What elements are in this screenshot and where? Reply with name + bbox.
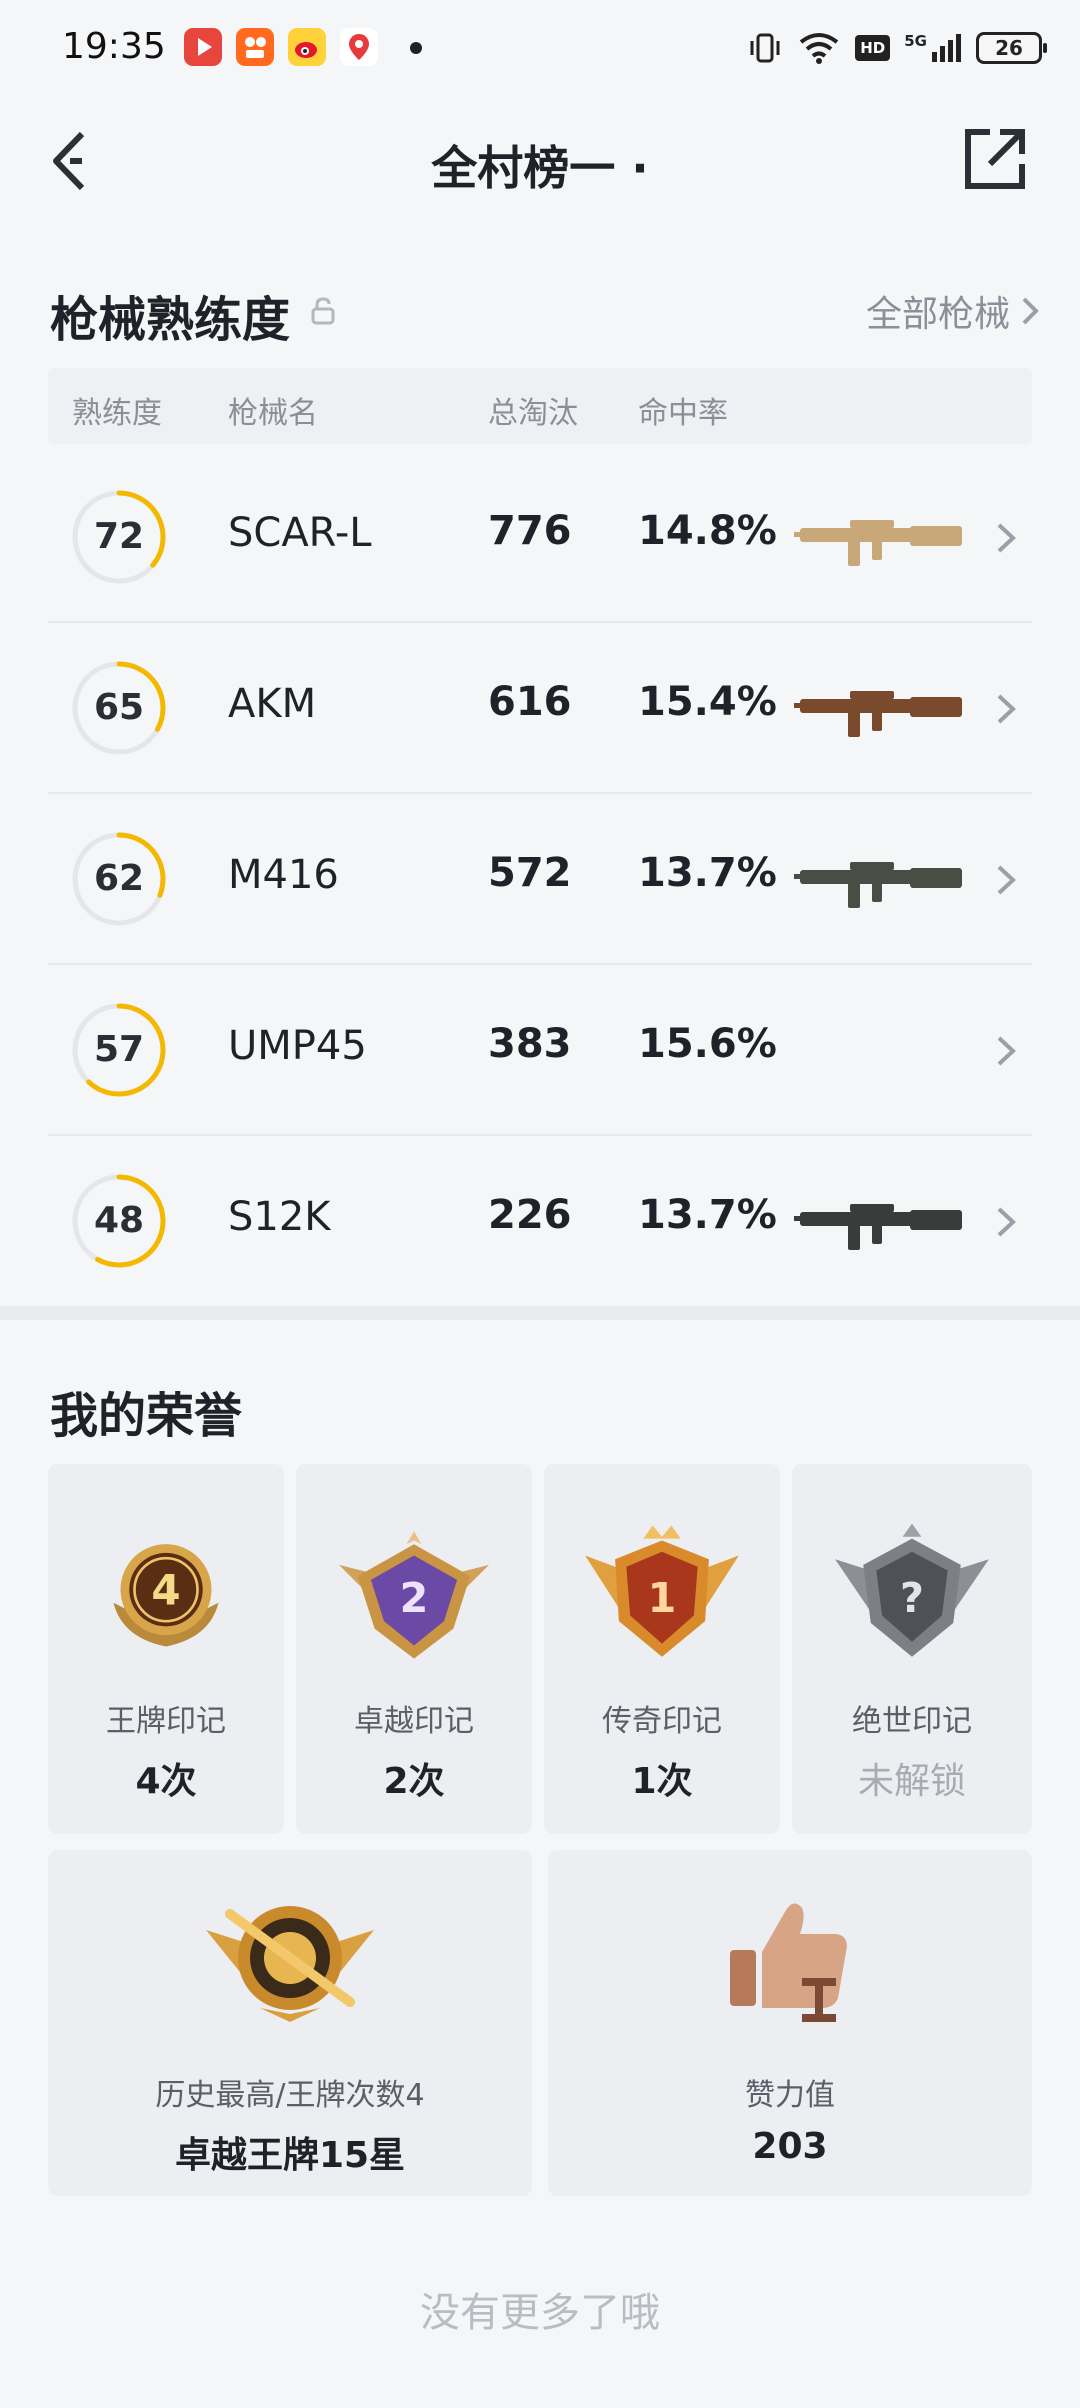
badge-label: 传奇印记 [602,1704,722,1739]
s12k-shotgun-image-shape [794,1204,962,1250]
weapon-name: SCAR-L [228,510,372,556]
chevron-right-icon [997,1036,1016,1066]
weapon-name: UMP45 [228,1023,367,1069]
honor-card-legend[interactable]: 1 传奇印记 1次 [544,1464,780,1834]
weapon-kills: 383 [488,1021,572,1067]
badge-label: 绝世印记 [852,1704,972,1739]
ace-mark-badge-icon: 4 [113,1544,219,1647]
end-of-list-note: 没有更多了哦 [420,2290,660,2336]
peerless-mark-badge-icon: ? [835,1523,989,1657]
proficiency-value: 65 [93,687,145,728]
weapon-kills: 226 [488,1192,572,1238]
highest-rank-badge-icon [206,1906,374,2022]
honor-card-likes[interactable]: 赞力值 203 [548,1850,1032,2196]
weapon-hit-rate: 15.6% [638,1021,777,1067]
badge-number: 1 [648,1574,677,1622]
akm-rifle-image [794,691,962,737]
header: 全村榜一 · [0,110,1080,210]
weibo-app-icon [288,28,326,66]
thumbs-up-icon [730,1903,847,2022]
badge-count: 4次 [135,1761,197,1802]
weapon-hit-rate: 14.8% [638,508,777,554]
proficiency-value: 48 [93,1200,145,1241]
kuaishou-app-icon [236,28,274,66]
weapon-hit-rate: 15.4% [638,679,777,725]
m416-rifle-image-shape [794,862,962,908]
weapon-hit-rate: 13.7% [638,850,777,896]
highest-rank-value: 卓越王牌15星 [174,2135,406,2176]
share-external-icon [965,129,1025,189]
honor-card-peerless[interactable]: ? 绝世印记 未解锁 [792,1464,1032,1834]
s12k-shotgun-image [794,1204,962,1250]
section-divider [0,1306,1080,1320]
badge-label: 王牌印记 [106,1704,226,1739]
all-weapons-link[interactable]: 全部枪械 [866,286,1040,336]
page-title: 全村榜一 · [431,141,649,195]
badge-count: 未解锁 [857,1761,966,1802]
badge-number: ? [900,1574,924,1622]
wifi-icon [800,33,839,64]
badge-number: 4 [151,1566,180,1615]
weapon-row[interactable]: 48 S12K 226 13.7% [48,1136,1032,1307]
proficiency-value: 57 [93,1029,145,1070]
column-proficiency: 熟练度 [72,396,162,431]
chevron-right-icon [997,865,1016,895]
badge-number: 2 [400,1574,429,1622]
column-hit-rate: 命中率 [638,396,728,431]
video-app-icon [184,28,222,66]
scar-l-rifle-image [794,520,962,566]
m416-rifle-image [794,862,962,908]
honor-section-title: 我的荣誉 [50,1388,243,1444]
weapon-row[interactable]: 57 UMP45 383 15.6% [48,965,1032,1136]
badge-count: 1次 [631,1761,693,1802]
weapon-section-title: 枪械熟练度 [50,292,291,348]
network-label: 5G [904,32,962,64]
notification-dot [410,42,422,54]
hd-badge: HD [855,35,891,61]
weapon-kills: 572 [488,850,572,896]
status-indicators: HD 5G 26 [747,26,1047,70]
chevron-right-icon [1022,297,1039,325]
weapon-kills: 616 [488,679,572,725]
legend-mark-badge-icon: 1 [585,1525,739,1657]
honor-card-ace[interactable]: 4 王牌印记 4次 [48,1464,284,1834]
lock-open-icon [311,297,335,325]
weapon-hit-rate: 13.7% [638,1192,777,1238]
column-weapon-name: 枪械名 [228,396,318,431]
weapon-row[interactable]: 62 M416 572 13.7% [48,794,1032,965]
weapon-name: M416 [228,852,339,898]
all-weapons-label: 全部枪械 [865,294,1010,335]
chevron-right-icon [997,694,1016,724]
proficiency-value: 62 [93,858,145,899]
honor-card-excellence[interactable]: 2 卓越印记 2次 [296,1464,532,1834]
weapon-row[interactable]: 65 AKM 616 15.4% [48,623,1032,794]
weapon-kills: 776 [488,508,572,554]
likes-label: 赞力值 [745,2078,835,2113]
excellence-mark-badge-icon: 2 [339,1531,489,1659]
share-button[interactable] [960,124,1030,194]
column-total-kills: 总淘汰 [488,396,578,431]
status-bar: 19:35 HD 5G 26 [0,0,1080,96]
scar-l-rifle-image-shape [794,520,962,566]
chevron-right-icon [997,1207,1016,1237]
signal-icon [932,34,961,62]
chevron-right-icon [997,523,1016,553]
badge-count: 2次 [383,1761,445,1802]
highest-rank-label: 历史最高/王牌次数4 [155,2078,425,2113]
weapon-table-header: 熟练度 枪械名 总淘汰 命中率 [48,368,1032,444]
honor-card-highest-rank[interactable]: 历史最高/王牌次数4 卓越王牌15星 [48,1850,532,2196]
akm-rifle-image-shape [794,691,962,737]
battery-indicator: 26 [976,32,1047,64]
status-time: 19:35 [62,26,166,67]
badge-label: 卓越印记 [354,1704,474,1739]
vibrate-icon [750,33,780,63]
weapon-row[interactable]: 72 SCAR-L 776 14.8% [48,452,1032,623]
weapon-name: S12K [228,1194,331,1240]
proficiency-value: 72 [93,516,145,557]
likes-value: 203 [752,2126,828,2167]
map-app-icon [340,28,378,66]
weapon-name: AKM [228,681,317,727]
